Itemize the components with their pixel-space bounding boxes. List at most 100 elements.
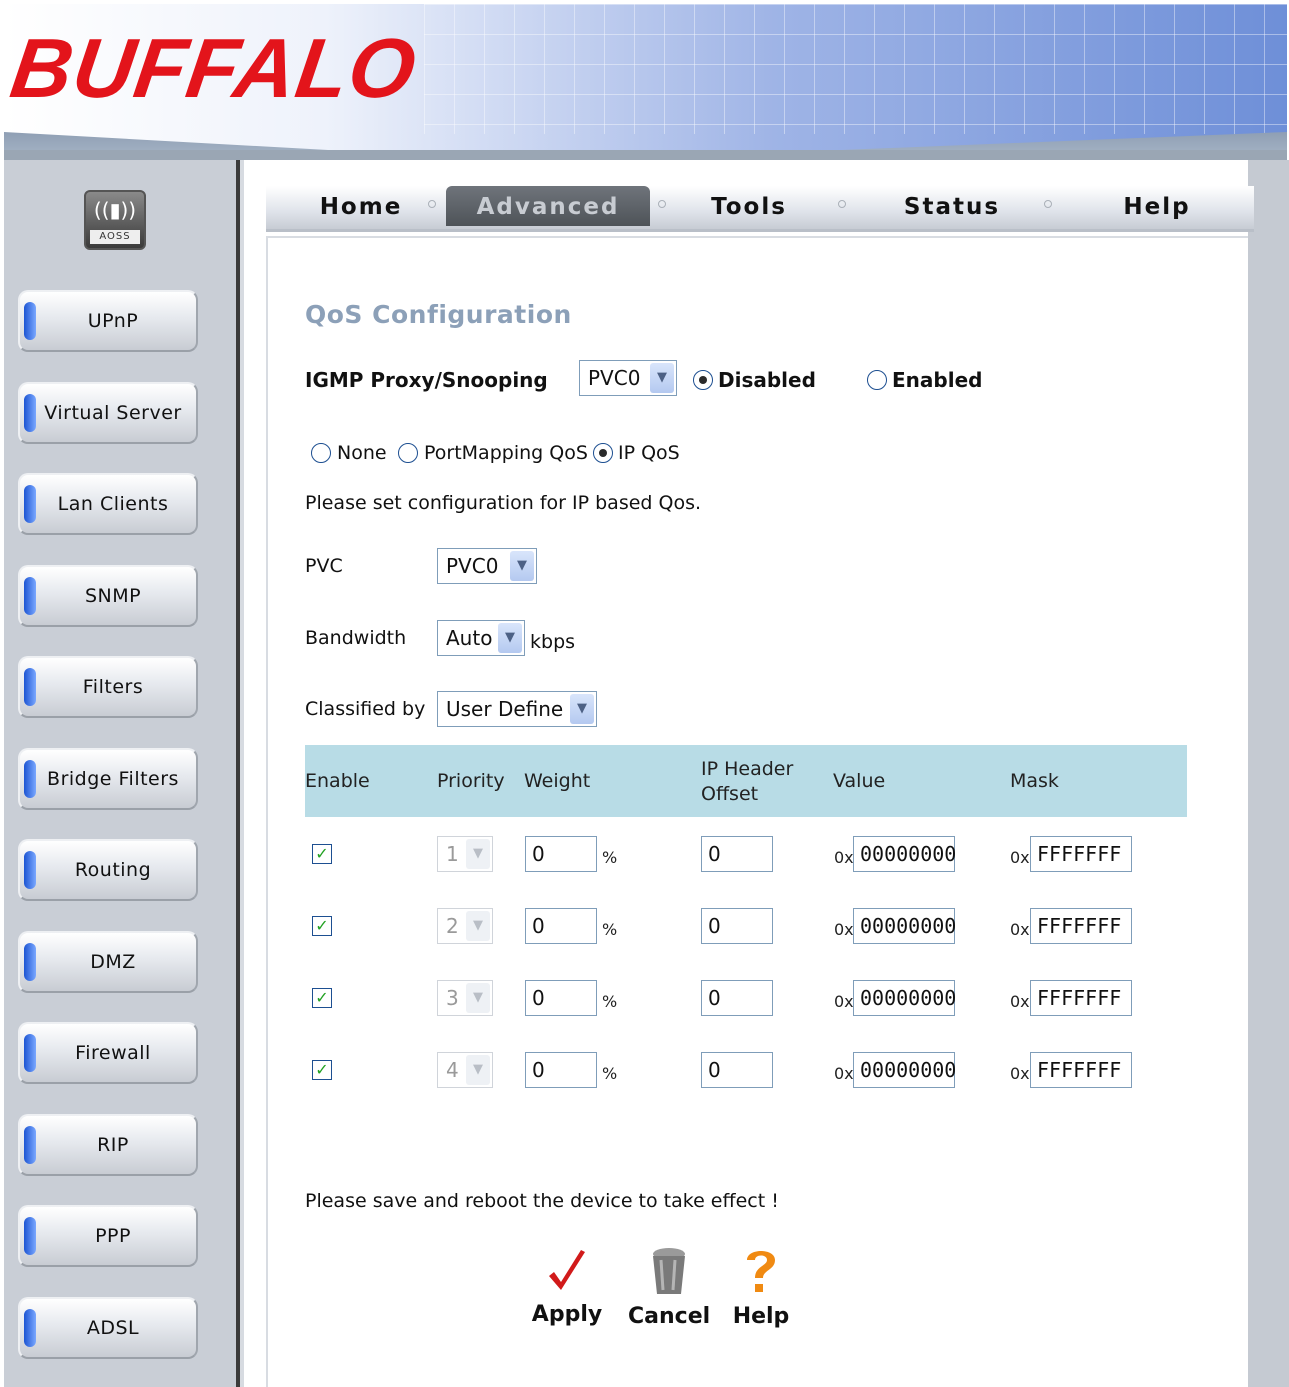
nav-knob-icon — [24, 1034, 36, 1072]
row-offset-input[interactable]: 0 — [701, 836, 773, 872]
row-value-input[interactable]: 00000000 — [853, 836, 956, 872]
banner-grid-decoration — [424, 4, 1287, 134]
row-enable-checkbox[interactable]: ✓ — [312, 844, 332, 864]
sidebar-item-filters[interactable]: Filters — [18, 656, 198, 718]
sidebar-item-adsl[interactable]: ADSL — [18, 1297, 198, 1359]
pvc-select[interactable]: PVC0 ▼ — [437, 548, 537, 584]
sidebar-item-label: Filters — [82, 676, 144, 698]
header-mask: Mask — [1010, 770, 1059, 792]
igmp-label: IGMP Proxy/Snooping — [305, 368, 548, 392]
sidebar-item-label: UPnP — [87, 310, 139, 332]
row-weight-input[interactable]: 0 — [525, 980, 597, 1016]
classified-by-value: User Define — [446, 697, 564, 721]
row-percent: % — [602, 992, 618, 1011]
igmp-enabled-label: Enabled — [892, 368, 983, 392]
qos-ip-radio[interactable] — [593, 443, 613, 463]
checkmark-icon — [549, 1250, 585, 1290]
row-priority-select: 1 ▼ — [437, 836, 493, 872]
header-value: Value — [833, 770, 886, 792]
sidebar-item-dmz[interactable]: DMZ — [18, 931, 198, 993]
row-enable-checkbox[interactable]: ✓ — [312, 916, 332, 936]
sidebar-item-lan-clients[interactable]: Lan Clients — [18, 473, 198, 535]
sidebar-item-routing[interactable]: Routing — [18, 839, 198, 901]
row-percent: % — [602, 920, 618, 939]
buffalo-logo: BUFFALO — [5, 21, 423, 115]
row-value-input[interactable]: 00000000 — [853, 1052, 956, 1088]
nav-knob-icon — [24, 302, 36, 340]
tab-home[interactable]: Home — [276, 186, 446, 226]
row-offset-input[interactable]: 0 — [701, 908, 773, 944]
row-enable-checkbox[interactable]: ✓ — [312, 988, 332, 1008]
sidebar-divider — [236, 160, 244, 1387]
aoss-button[interactable]: ((▮)) AOSS — [84, 190, 146, 250]
header-offset-line1: IP Header — [701, 758, 794, 780]
row-value-input[interactable]: 00000000 — [853, 908, 956, 944]
row-mask-input[interactable]: FFFFFFF — [1030, 908, 1132, 944]
bandwidth-select[interactable]: Auto ▼ — [437, 620, 525, 656]
row-priority-select: 2 ▼ — [437, 908, 493, 944]
question-mark-icon — [747, 1251, 775, 1292]
row-mask-input[interactable]: FFFFFFF — [1030, 1052, 1132, 1088]
row-value-prefix: 0x — [834, 848, 854, 867]
chevron-down-icon: ▼ — [466, 839, 490, 869]
row-percent: % — [602, 1064, 618, 1083]
row-mask-input[interactable]: FFFFFFF — [1030, 836, 1132, 872]
chevron-down-icon: ▼ — [498, 623, 522, 653]
reboot-notice: Please save and reboot the device to tak… — [305, 1190, 779, 1212]
row-priority-value: 2 — [446, 914, 459, 938]
igmp-pvc-select[interactable]: PVC0 ▼ — [579, 360, 677, 396]
qos-portmapping-radio[interactable] — [398, 443, 418, 463]
igmp-disabled-radio[interactable] — [693, 370, 713, 390]
nav-knob-icon — [24, 1309, 36, 1347]
aoss-wave-icon: ((▮)) — [93, 198, 137, 222]
header-priority: Priority — [437, 770, 505, 792]
row-priority-value: 3 — [446, 986, 459, 1010]
tab-separator-icon — [428, 200, 436, 208]
tab-advanced[interactable]: Advanced — [446, 186, 650, 226]
sidebar-item-label: DMZ — [90, 951, 136, 973]
row-offset-input[interactable]: 0 — [701, 1052, 773, 1088]
sidebar-item-label: Lan Clients — [57, 493, 169, 515]
tab-status[interactable]: Status — [854, 186, 1050, 226]
row-weight-input[interactable]: 0 — [525, 836, 597, 872]
header-enable: Enable — [305, 770, 370, 792]
sidebar-item-ppp[interactable]: PPP — [18, 1205, 198, 1267]
row-value-prefix: 0x — [834, 1064, 854, 1083]
tab-help[interactable]: Help — [1062, 186, 1252, 226]
sidebar-item-rip[interactable]: RIP — [18, 1114, 198, 1176]
igmp-pvc-value: PVC0 — [588, 366, 641, 390]
classified-by-label: Classified by — [305, 698, 426, 720]
row-offset-input[interactable]: 0 — [701, 980, 773, 1016]
row-priority-select: 3 ▼ — [437, 980, 493, 1016]
tab-tools[interactable]: Tools — [662, 186, 836, 226]
qos-ip-label: IP QoS — [618, 442, 680, 464]
sidebar-item-label: Routing — [74, 859, 152, 881]
sidebar-item-firewall[interactable]: Firewall — [18, 1022, 198, 1084]
bandwidth-label: Bandwidth — [305, 627, 407, 649]
header-weight: Weight — [524, 770, 591, 792]
row-enable-checkbox[interactable]: ✓ — [312, 1060, 332, 1080]
row-weight-input[interactable]: 0 — [525, 908, 597, 944]
igmp-disabled-label: Disabled — [718, 368, 816, 392]
igmp-enabled-radio[interactable] — [867, 370, 887, 390]
apply-button[interactable]: Apply — [530, 1248, 604, 1327]
row-weight-input[interactable]: 0 — [525, 1052, 597, 1088]
row-mask-input[interactable]: FFFFFFF — [1030, 980, 1132, 1016]
sidebar-item-bridge-filters[interactable]: Bridge Filters — [18, 748, 198, 810]
row-value-prefix: 0x — [834, 920, 854, 939]
sidebar-item-snmp[interactable]: SNMP — [18, 565, 198, 627]
sidebar-item-label: PPP — [95, 1225, 131, 1247]
row-priority-select: 4 ▼ — [437, 1052, 493, 1088]
trash-can-icon — [653, 1248, 685, 1294]
help-button[interactable]: Help — [730, 1246, 792, 1329]
main-tab-bar: Home Advanced Tools Status Help — [266, 186, 1254, 232]
sidebar-item-label: Bridge Filters — [47, 768, 179, 790]
chevron-down-icon: ▼ — [510, 551, 534, 581]
qos-none-radio[interactable] — [311, 443, 331, 463]
row-value-input[interactable]: 00000000 — [853, 980, 956, 1016]
cancel-button[interactable]: Cancel — [628, 1246, 710, 1329]
header-banner: BUFFALO — [4, 4, 1287, 160]
sidebar-item-virtual-server[interactable]: Virtual Server — [18, 382, 198, 444]
classified-by-select[interactable]: User Define ▼ — [437, 691, 597, 727]
sidebar-item-upnp[interactable]: UPnP — [18, 290, 198, 352]
